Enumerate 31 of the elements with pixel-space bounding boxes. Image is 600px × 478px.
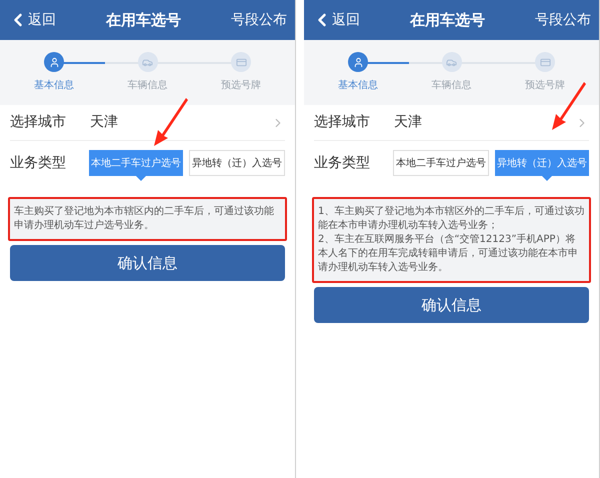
page-title: 在用车选号: [106, 10, 181, 31]
confirm-button[interactable]: 确认信息: [314, 287, 589, 323]
back-button[interactable]: 返回: [312, 10, 360, 30]
city-value: 天津: [394, 113, 423, 132]
note-text: 1、车主购买了登记地为本市辖区外的二手车后，可通过该功能在本市申请办理机动车转入选号业务；: [318, 205, 585, 233]
back-button[interactable]: 返回: [8, 10, 56, 30]
confirm-button[interactable]: 确认信息: [10, 245, 285, 281]
step-label: 基本信息: [34, 78, 74, 93]
step-label: 预选号牌: [525, 78, 565, 93]
card-icon: [236, 56, 246, 68]
business-type-label: 业务类型: [10, 154, 67, 172]
step-label: 车辆信息: [128, 78, 168, 93]
number-range-link[interactable]: 号段公布: [231, 10, 287, 30]
person-icon: [48, 56, 60, 68]
business-type-option[interactable]: 异地转（迁）入选号: [189, 150, 285, 176]
business-type-option[interactable]: 本地二手车过户选号: [393, 150, 489, 176]
note-text: 车主购买了登记地为本市辖区内的二手车后，可通过该功能申请办理机动车过户选号业务。: [14, 205, 275, 233]
pointer-icon: [542, 176, 552, 181]
number-range-link[interactable]: 号段公布: [535, 10, 591, 30]
pointer-icon: [136, 176, 146, 181]
step-label: 车辆信息: [432, 78, 472, 93]
person-icon: [352, 56, 364, 68]
page-title: 在用车选号: [410, 10, 485, 31]
city-label: 选择城市: [314, 113, 371, 132]
business-type-label: 业务类型: [314, 154, 371, 172]
step-label: 基本信息: [338, 78, 378, 93]
step-label: 预选号牌: [221, 78, 261, 93]
note-text: 2、车主在互联网服务平台（含“交管12123”手机APP）将本人名下的在用车完成转籍申请后，可通过该功能在本市申请办理机动车转入选号业务。: [318, 233, 579, 275]
card-icon: [540, 56, 550, 68]
city-value: 天津: [90, 113, 119, 132]
city-label: 选择城市: [10, 113, 67, 132]
